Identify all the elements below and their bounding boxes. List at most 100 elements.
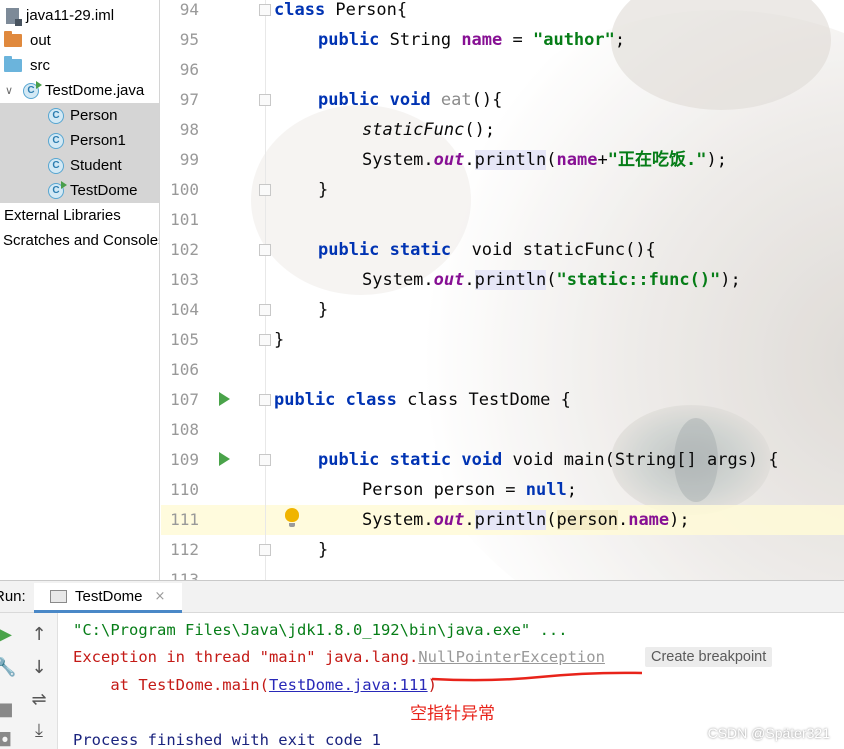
camera-icon[interactable]: ◘ <box>0 731 16 749</box>
scroll-to-end-icon[interactable]: ⤓ <box>28 721 50 741</box>
watermark: CSDN @Später321 <box>707 725 830 741</box>
rerun-icon[interactable]: ▶ <box>0 625 16 645</box>
code-token: println <box>474 510 547 530</box>
stop-icon[interactable]: ■ <box>0 700 16 720</box>
tab-testdome[interactable]: TestDome × <box>34 583 182 613</box>
code-token: "static::func()" <box>556 270 721 290</box>
code-token: public <box>318 240 380 260</box>
code-token: person <box>556 510 618 530</box>
code-line[interactable]: } <box>274 325 284 355</box>
code-token: ( <box>546 270 557 290</box>
fold-marker-icon[interactable] <box>259 454 271 466</box>
tab-title: TestDome <box>75 588 143 605</box>
run-panel-header: Run: TestDome × <box>0 581 844 613</box>
code-line[interactable]: public class class TestDome { <box>274 385 571 415</box>
code-line-current[interactable]: System.out.println(person.name); <box>362 505 690 535</box>
code-line[interactable]: class Person{ <box>274 0 407 25</box>
fold-marker-icon[interactable] <box>259 94 271 106</box>
code-token: static <box>389 450 452 470</box>
class-icon: C <box>48 132 64 149</box>
fold-marker-icon[interactable] <box>259 544 271 556</box>
console-icon <box>50 590 67 603</box>
tree-item-external-libraries[interactable]: External Libraries <box>0 203 159 228</box>
code-line[interactable]: public static void void main(String[] ar… <box>318 445 779 475</box>
fold-marker-icon[interactable] <box>259 394 271 406</box>
code-line[interactable]: Person person = null; <box>362 475 577 505</box>
arrow-down-icon[interactable]: ↓ <box>28 658 50 678</box>
folder-icon <box>4 31 22 47</box>
fold-marker-icon[interactable] <box>259 4 271 16</box>
code-line[interactable]: staticFunc(); <box>362 115 495 145</box>
code-line[interactable]: public String name = "author"; <box>318 25 625 55</box>
tree-item-testdome[interactable]: C TestDome <box>0 178 159 203</box>
fold-marker-icon[interactable] <box>259 184 271 196</box>
close-icon[interactable]: × <box>155 589 166 604</box>
tree-item-label: java11-29.iml <box>26 7 115 24</box>
exception-prefix: Exception in thread "main" java.lang. <box>73 648 419 666</box>
soft-wrap-icon[interactable]: ⇌ <box>28 690 50 710</box>
code-token: public <box>318 450 380 470</box>
line-number: 102 <box>170 240 199 259</box>
line-number: 107 <box>170 390 199 409</box>
wrench-icon[interactable]: 🔧 <box>0 658 16 678</box>
tree-item-label: out <box>30 32 51 49</box>
stack-trace-link[interactable]: TestDome.java:111 <box>269 676 428 694</box>
code-token: (){ <box>471 90 503 110</box>
fold-marker-icon[interactable] <box>259 304 271 316</box>
line-number: 113 <box>170 570 199 580</box>
fold-marker-icon[interactable] <box>259 334 271 346</box>
code-line[interactable]: public static void staticFunc(){ <box>318 235 656 265</box>
code-token: void staticFunc(){ <box>451 240 656 260</box>
exception-class-link[interactable]: NullPointerException <box>418 648 605 666</box>
run-main-icon[interactable] <box>219 452 230 466</box>
create-breakpoint-button[interactable]: Create breakpoint <box>645 647 773 667</box>
module-file-icon <box>6 7 22 26</box>
code-token: . <box>464 150 475 170</box>
run-class-icon[interactable] <box>219 392 230 406</box>
code-token: Person{ <box>325 0 408 20</box>
code-line[interactable]: public void eat(){ <box>318 85 502 115</box>
code-token: + <box>597 150 608 170</box>
line-number: 110 <box>170 480 199 499</box>
tree-item-src[interactable]: src <box>0 53 159 78</box>
tree-item-testdome-java[interactable]: ∨ C TestDome.java <box>0 78 159 103</box>
line-number: 100 <box>170 180 199 199</box>
code-line[interactable]: } <box>318 535 328 565</box>
code-token: System. <box>362 150 434 170</box>
lightbulb-icon[interactable] <box>285 508 299 527</box>
arrow-up-icon[interactable]: ↑ <box>28 625 50 645</box>
code-token: out <box>433 270 465 290</box>
line-number: 108 <box>170 420 199 439</box>
code-token: "正在吃饭." <box>607 150 707 170</box>
chevron-down-icon[interactable]: ∨ <box>3 85 15 97</box>
line-number: 96 <box>179 60 199 79</box>
code-token: ); <box>669 510 690 530</box>
code-token: class <box>345 390 397 410</box>
project-tree: java11-29.iml out src ∨ C TestDome.java … <box>0 0 160 580</box>
annotation-text: 空指针异常 <box>410 704 495 724</box>
tree-item-iml[interactable]: java11-29.iml <box>0 3 159 28</box>
console-command-line: "C:\Program Files\Java\jdk1.8.0_192\bin\… <box>73 621 568 639</box>
code-editor[interactable]: 94 95 96 97 98 99 100 101 102 103 104 10… <box>161 0 844 580</box>
tree-item-label: Student <box>70 157 122 174</box>
code-line[interactable]: System.out.println("static::func()"); <box>362 265 741 295</box>
tree-item-person1[interactable]: C Person1 <box>0 128 159 153</box>
code-token: out <box>433 510 465 530</box>
code-line[interactable]: } <box>318 175 328 205</box>
line-number: 97 <box>179 90 199 109</box>
code-token: . <box>617 510 629 530</box>
code-token: ); <box>706 150 727 170</box>
tree-item-person[interactable]: C Person <box>0 103 159 128</box>
code-line[interactable]: System.out.println(name+"正在吃饭."); <box>362 145 727 175</box>
code-token: . <box>464 270 475 290</box>
tree-item-student[interactable]: C Student <box>0 153 159 178</box>
tree-item-label: Person <box>70 107 118 124</box>
tree-item-scratches[interactable]: Scratches and Consoles <box>0 228 159 253</box>
code-token: . <box>464 510 475 530</box>
tree-item-label: External Libraries <box>4 207 121 224</box>
tree-item-out[interactable]: out <box>0 28 159 53</box>
code-line[interactable]: } <box>318 295 328 325</box>
code-token: (); <box>464 120 496 140</box>
folder-icon <box>4 56 22 72</box>
fold-marker-icon[interactable] <box>259 244 271 256</box>
